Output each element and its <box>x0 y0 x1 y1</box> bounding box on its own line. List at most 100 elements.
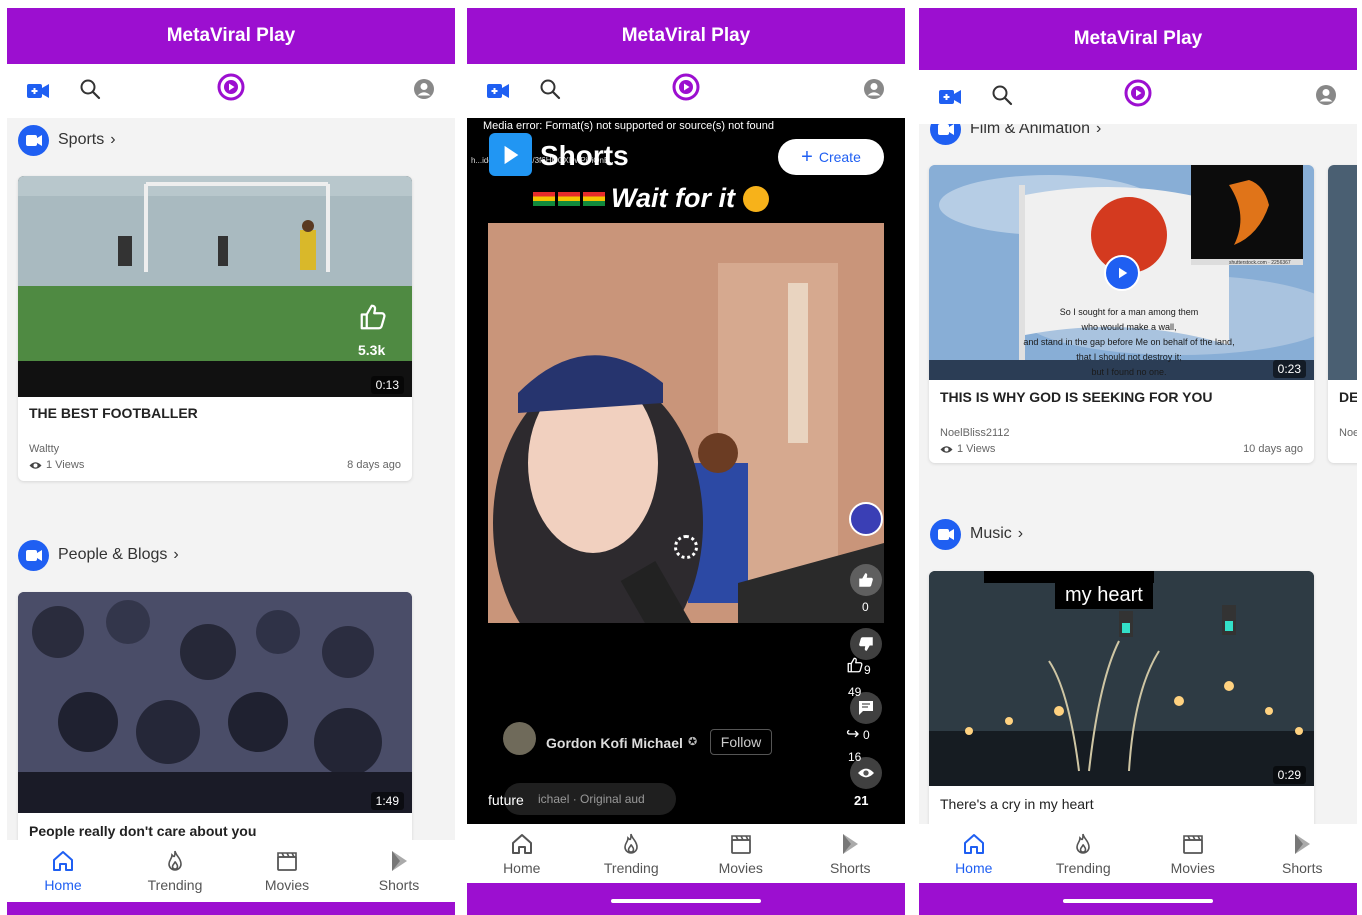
tab-home[interactable]: Home <box>467 824 577 883</box>
watermark-text: shutterstock.com · 2256367 <box>1229 260 1291 266</box>
video-thumbnail[interactable]: my heart 0:29 <box>929 571 1314 786</box>
video-duration: 0:13 <box>370 376 404 394</box>
play-button[interactable] <box>1104 255 1140 291</box>
category-sports[interactable]: Sports › <box>18 124 116 156</box>
video-camera-icon <box>938 124 954 135</box>
caption-text: my heart <box>1065 584 1143 606</box>
video-thumbnail[interactable] <box>1328 165 1357 380</box>
tab-label: Shorts <box>1282 859 1323 876</box>
loading-spinner-icon <box>674 535 698 559</box>
search-icon[interactable] <box>539 78 561 100</box>
like-overlay-count: 9 <box>864 663 871 677</box>
screen-shorts: MetaViral Play Media error: Format(s) no… <box>467 8 905 915</box>
like-button[interactable] <box>850 564 882 596</box>
video-camera-icon[interactable] <box>487 84 509 98</box>
tab-label: Home <box>503 859 541 876</box>
video-card[interactable]: So I sought for a man among them who wou… <box>929 165 1314 463</box>
thumbnail-image <box>18 592 412 813</box>
tab-label: Movies <box>1170 859 1215 876</box>
follow-button[interactable]: Follow <box>710 729 772 755</box>
category-film-animation[interactable]: Film & Animation › <box>930 124 1101 145</box>
app-title: MetaViral Play <box>919 8 1357 70</box>
tab-shorts[interactable]: Shorts <box>1248 824 1358 883</box>
overlay-line: who would make a wall, <box>1081 322 1177 332</box>
search-icon[interactable] <box>991 84 1013 106</box>
video-title[interactable]: THE BEST FOOTBALLER <box>29 405 198 421</box>
tab-shorts[interactable]: Shorts <box>796 824 906 883</box>
create-button[interactable]: + Create <box>778 139 884 175</box>
video-title[interactable]: DE <box>1339 389 1357 405</box>
video-thumbnail[interactable]: 5.3k 0:13 <box>18 176 412 397</box>
logo-icon[interactable] <box>1124 79 1152 107</box>
video-thumbnail[interactable]: So I sought for a man among them who wou… <box>929 165 1314 380</box>
tab-label: Trending <box>603 859 659 876</box>
screen-home: MetaViral Play Sports › 5.3k 0:13 THE BE… <box>7 8 455 915</box>
like-icon <box>857 571 875 589</box>
views-button[interactable] <box>850 757 882 789</box>
channel-name[interactable]: Gordon Kofi Michael <box>546 735 683 751</box>
nav-bar <box>919 70 1357 124</box>
tab-label: Trending <box>1055 859 1111 876</box>
audio-label: ichael · Original aud <box>538 792 645 806</box>
tab-label: Trending <box>147 877 203 893</box>
nav-bar <box>467 64 905 118</box>
eye-icon <box>940 445 953 454</box>
shorts-title: Shorts <box>540 140 629 171</box>
video-thumbnail[interactable]: 1:49 <box>18 592 412 813</box>
video-author[interactable]: NoelBliss2112 <box>940 427 1010 439</box>
tab-home[interactable]: Home <box>7 840 119 902</box>
like-icon[interactable] <box>358 302 388 332</box>
home-indicator[interactable] <box>1063 899 1213 903</box>
video-camera-icon[interactable] <box>27 84 49 98</box>
account-icon[interactable] <box>863 78 885 100</box>
search-icon[interactable] <box>79 78 101 100</box>
video-title[interactable]: People really don't care about you <box>29 823 256 839</box>
tab-movies[interactable]: Movies <box>231 840 343 902</box>
video-camera-icon[interactable] <box>939 90 961 104</box>
tab-movies[interactable]: Movies <box>686 824 796 883</box>
home-indicator[interactable] <box>611 899 761 903</box>
thumbnail-caption: my heart <box>1055 582 1153 609</box>
tab-label: Home <box>955 859 993 876</box>
video-author[interactable]: Noe <box>1339 427 1357 439</box>
chevron-right-icon: › <box>1017 525 1024 542</box>
account-icon[interactable] <box>413 78 435 100</box>
video-card[interactable]: 1:49 People really don't care about you <box>18 592 412 840</box>
logo-icon[interactable] <box>217 73 245 101</box>
audio-pill[interactable]: ichael · Original aud <box>504 783 676 815</box>
video-card-partial[interactable]: DE Noe <box>1328 165 1357 463</box>
video-card[interactable]: my heart 0:29 There's a cry in my heart <box>929 571 1314 824</box>
creator-avatar[interactable] <box>849 502 883 536</box>
tab-trending[interactable]: Trending <box>119 840 231 902</box>
video-title[interactable]: THIS IS WHY GOD IS SEEKING FOR YOU <box>940 389 1213 405</box>
home-icon <box>510 832 534 856</box>
shorts-icon <box>387 849 411 873</box>
tab-movies[interactable]: Movies <box>1138 824 1248 883</box>
tab-shorts[interactable]: Shorts <box>343 840 455 902</box>
video-author[interactable]: Waltty <box>29 443 59 455</box>
comment-button[interactable] <box>850 692 882 724</box>
category-label: People & Blogs <box>58 546 168 563</box>
video-card[interactable]: 5.3k 0:13 THE BEST FOOTBALLER Waltty 1 V… <box>18 176 412 481</box>
category-people-blogs[interactable]: People & Blogs › <box>18 539 179 571</box>
video-title[interactable]: There's a cry in my heart <box>940 796 1094 812</box>
movies-icon <box>1181 832 1205 856</box>
account-icon[interactable] <box>1315 84 1337 106</box>
tab-trending[interactable]: Trending <box>577 824 687 883</box>
like-overlay-icon <box>845 656 865 674</box>
bottom-strip <box>919 883 1357 915</box>
overlay-line: and stand in the gap before Me on behalf… <box>1023 337 1235 347</box>
category-music[interactable]: Music › <box>930 518 1023 550</box>
logo-icon[interactable] <box>672 73 700 101</box>
tab-home[interactable]: Home <box>919 824 1029 883</box>
overlay-caption: Wait for it <box>533 183 769 214</box>
tab-trending[interactable]: Trending <box>1029 824 1139 883</box>
bottom-nav: Home Trending Movies Shorts <box>7 840 455 902</box>
bottom-nav: Home Trending Movies Shorts <box>467 824 905 883</box>
like-count: 0 <box>862 600 869 614</box>
flag-icon <box>533 191 555 206</box>
channel-avatar[interactable] <box>503 722 536 755</box>
share-count: 0 <box>863 728 870 742</box>
like-count: 5.3k <box>358 342 386 358</box>
short-video-frame[interactable] <box>488 223 884 660</box>
